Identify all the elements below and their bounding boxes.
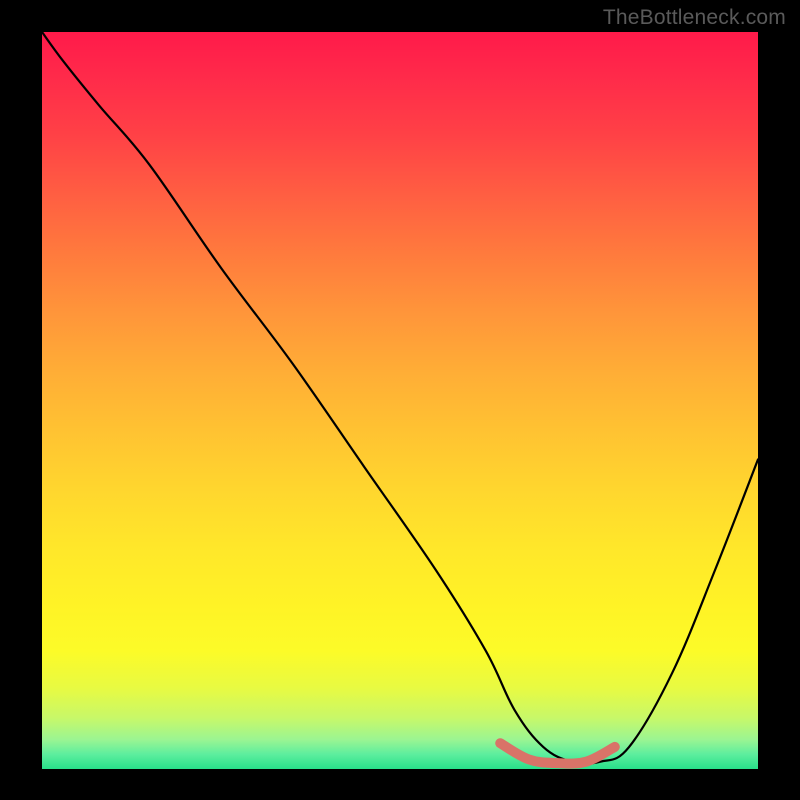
chart-plot-area xyxy=(42,32,758,769)
highlight-segment-line xyxy=(500,743,615,763)
bottleneck-curve-line xyxy=(42,32,758,764)
chart-svg xyxy=(42,32,758,769)
watermark-text: TheBottleneck.com xyxy=(603,6,786,30)
